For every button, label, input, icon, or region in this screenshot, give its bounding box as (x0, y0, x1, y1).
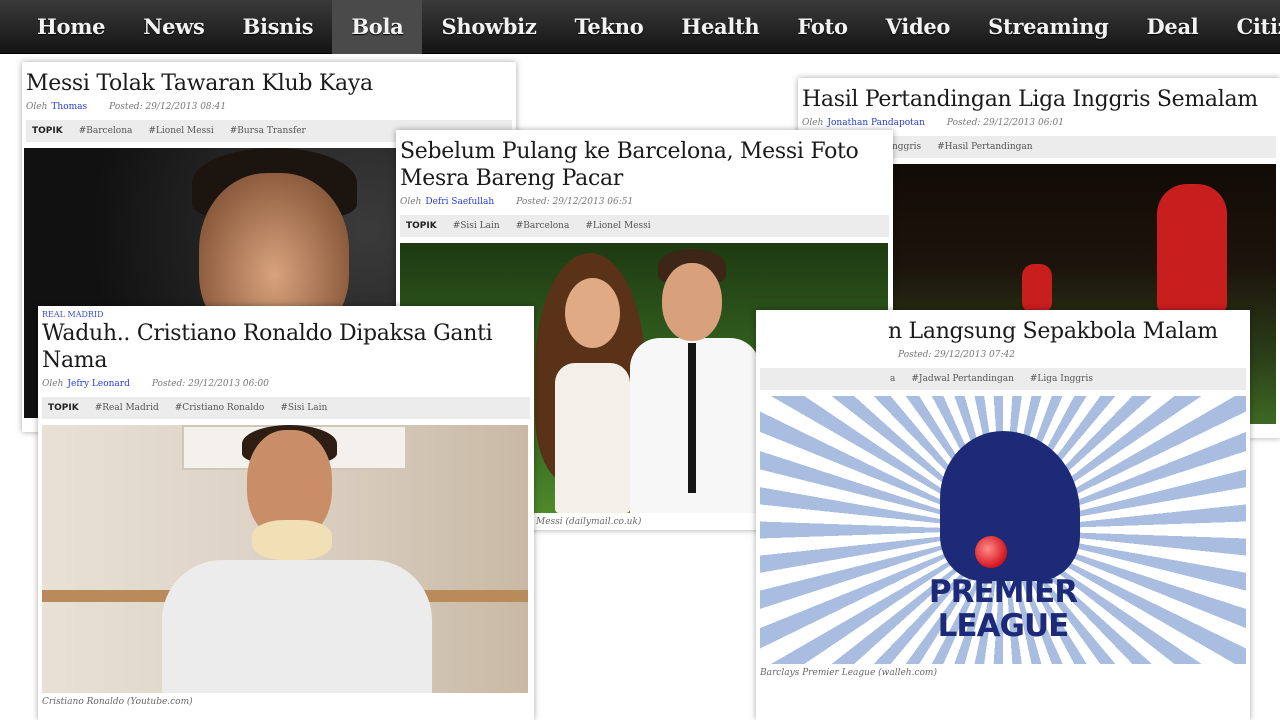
byline: Oleh Jefry Leonard Posted: 29/12/2013 06… (42, 379, 530, 389)
nav-citizen6[interactable]: Citizen6 (1217, 0, 1280, 54)
nav-foto[interactable]: Foto (778, 0, 866, 54)
nav-home[interactable]: Home (18, 0, 124, 54)
byline: Oleh Jonathan Pandapotan Posted: 29/12/2… (802, 118, 1276, 128)
tag-link[interactable]: #Real Madrid (95, 403, 159, 413)
tag-bar: TOPIK #Real Madrid #Cristiano Ronaldo #S… (42, 397, 530, 419)
author-link[interactable]: Jonathan Pandapotan (827, 118, 925, 128)
logo-text-league: LEAGUE (937, 608, 1070, 644)
tag-link[interactable]: #Liga Inggris (1030, 374, 1093, 384)
article-title[interactable]: Hasil Pertandingan Liga Inggris Semalam (802, 86, 1276, 113)
nav-bola[interactable]: Bola (332, 0, 423, 54)
tag-link[interactable]: #Sisi Lain (280, 403, 327, 413)
article-photo[interactable] (42, 425, 528, 693)
photo-caption: Barclays Premier League (walleh.com) (760, 668, 937, 678)
photo-detail (565, 278, 620, 348)
photo-detail (1022, 264, 1052, 314)
photo-caption: Cristiano Ronaldo (Youtube.com) (42, 697, 193, 707)
by-label: Oleh (400, 197, 422, 207)
tag-link[interactable]: #Sisi Lain (453, 221, 500, 231)
by-label: Oleh (802, 118, 824, 128)
photo-detail (162, 560, 432, 693)
logo-text-premier: PREMIER (928, 574, 1078, 610)
by-label: Oleh (26, 102, 48, 112)
topik-label: TOPIK (32, 126, 63, 136)
category-kicker[interactable]: REAL MADRID (42, 310, 530, 319)
tag-bar: TOPIK #Sisi Lain #Barcelona #Lionel Mess… (400, 215, 889, 237)
photo-detail (252, 520, 332, 560)
nav-news[interactable]: News (124, 0, 223, 54)
tag-link[interactable]: #Lionel Messi (585, 221, 650, 231)
tag-link[interactable]: #Barcelona (79, 126, 133, 136)
main-nav: Home News Bisnis Bola Showbiz Tekno Heal… (0, 0, 1280, 54)
posted-date: Posted: 29/12/2013 07:42 (898, 350, 1015, 360)
posted-date: Posted: 29/12/2013 06:51 (516, 197, 634, 207)
tag-link[interactable]: #Hasil Pertandingan (937, 142, 1032, 152)
posted-date: Posted: 29/12/2013 06:00 (151, 379, 269, 389)
nav-video[interactable]: Video (867, 0, 969, 54)
author-link[interactable]: Jefry Leonard (67, 379, 129, 389)
tag-link[interactable]: a (890, 374, 895, 384)
tag-link[interactable]: nggris (892, 142, 921, 152)
tag-link[interactable]: #Cristiano Ronaldo (175, 403, 265, 413)
article-title[interactable]: Messi Tolak Tawaran Klub Kaya (26, 70, 512, 97)
tag-link[interactable]: #Lionel Messi (148, 126, 213, 136)
photo-detail (662, 263, 722, 341)
article-title[interactable]: Waduh.. Cristiano Ronaldo Dipaksa Ganti … (42, 320, 530, 374)
tag-link[interactable]: #Bursa Transfer (230, 126, 306, 136)
article-title[interactable]: Sebelum Pulang ke Barcelona, Messi Foto … (400, 138, 889, 192)
article-photo[interactable]: PREMIER LEAGUE (760, 396, 1246, 664)
photo-detail (688, 343, 696, 493)
topik-label: TOPIK (406, 221, 437, 231)
topik-label: TOPIK (48, 403, 79, 413)
article-card-live-football: n Langsung Sepakbola Malam Posted: 29/12… (756, 310, 1250, 720)
article-title[interactable]: n Langsung Sepakbola Malam (760, 318, 1246, 345)
nav-bisnis[interactable]: Bisnis (224, 0, 333, 54)
byline: Oleh Defri Saefullah Posted: 29/12/2013 … (400, 197, 889, 207)
ball-icon (975, 536, 1007, 568)
photo-detail (555, 363, 630, 513)
nav-streaming[interactable]: Streaming (969, 0, 1127, 54)
nav-health[interactable]: Health (662, 0, 778, 54)
nav-deal[interactable]: Deal (1127, 0, 1217, 54)
byline: Posted: 29/12/2013 07:42 (760, 350, 1246, 360)
tag-link[interactable]: #Barcelona (516, 221, 570, 231)
nav-tekno[interactable]: Tekno (556, 0, 663, 54)
photo-detail (1157, 184, 1227, 314)
tag-link[interactable]: #Jadwal Pertandingan (911, 374, 1014, 384)
lion-crest-icon (940, 431, 1080, 581)
posted-date: Posted: 29/12/2013 08:41 (109, 102, 227, 112)
byline: Oleh Thomas Posted: 29/12/2013 08:41 (26, 102, 512, 112)
tag-bar: a #Jadwal Pertandingan #Liga Inggris (760, 368, 1246, 390)
author-link[interactable]: Thomas (51, 102, 87, 112)
article-card-ronaldo: REAL MADRID Waduh.. Cristiano Ronaldo Di… (38, 306, 534, 720)
nav-showbiz[interactable]: Showbiz (422, 0, 555, 54)
by-label: Oleh (42, 379, 64, 389)
posted-date: Posted: 29/12/2013 06:01 (946, 118, 1064, 128)
author-link[interactable]: Defri Saefullah (425, 197, 494, 207)
